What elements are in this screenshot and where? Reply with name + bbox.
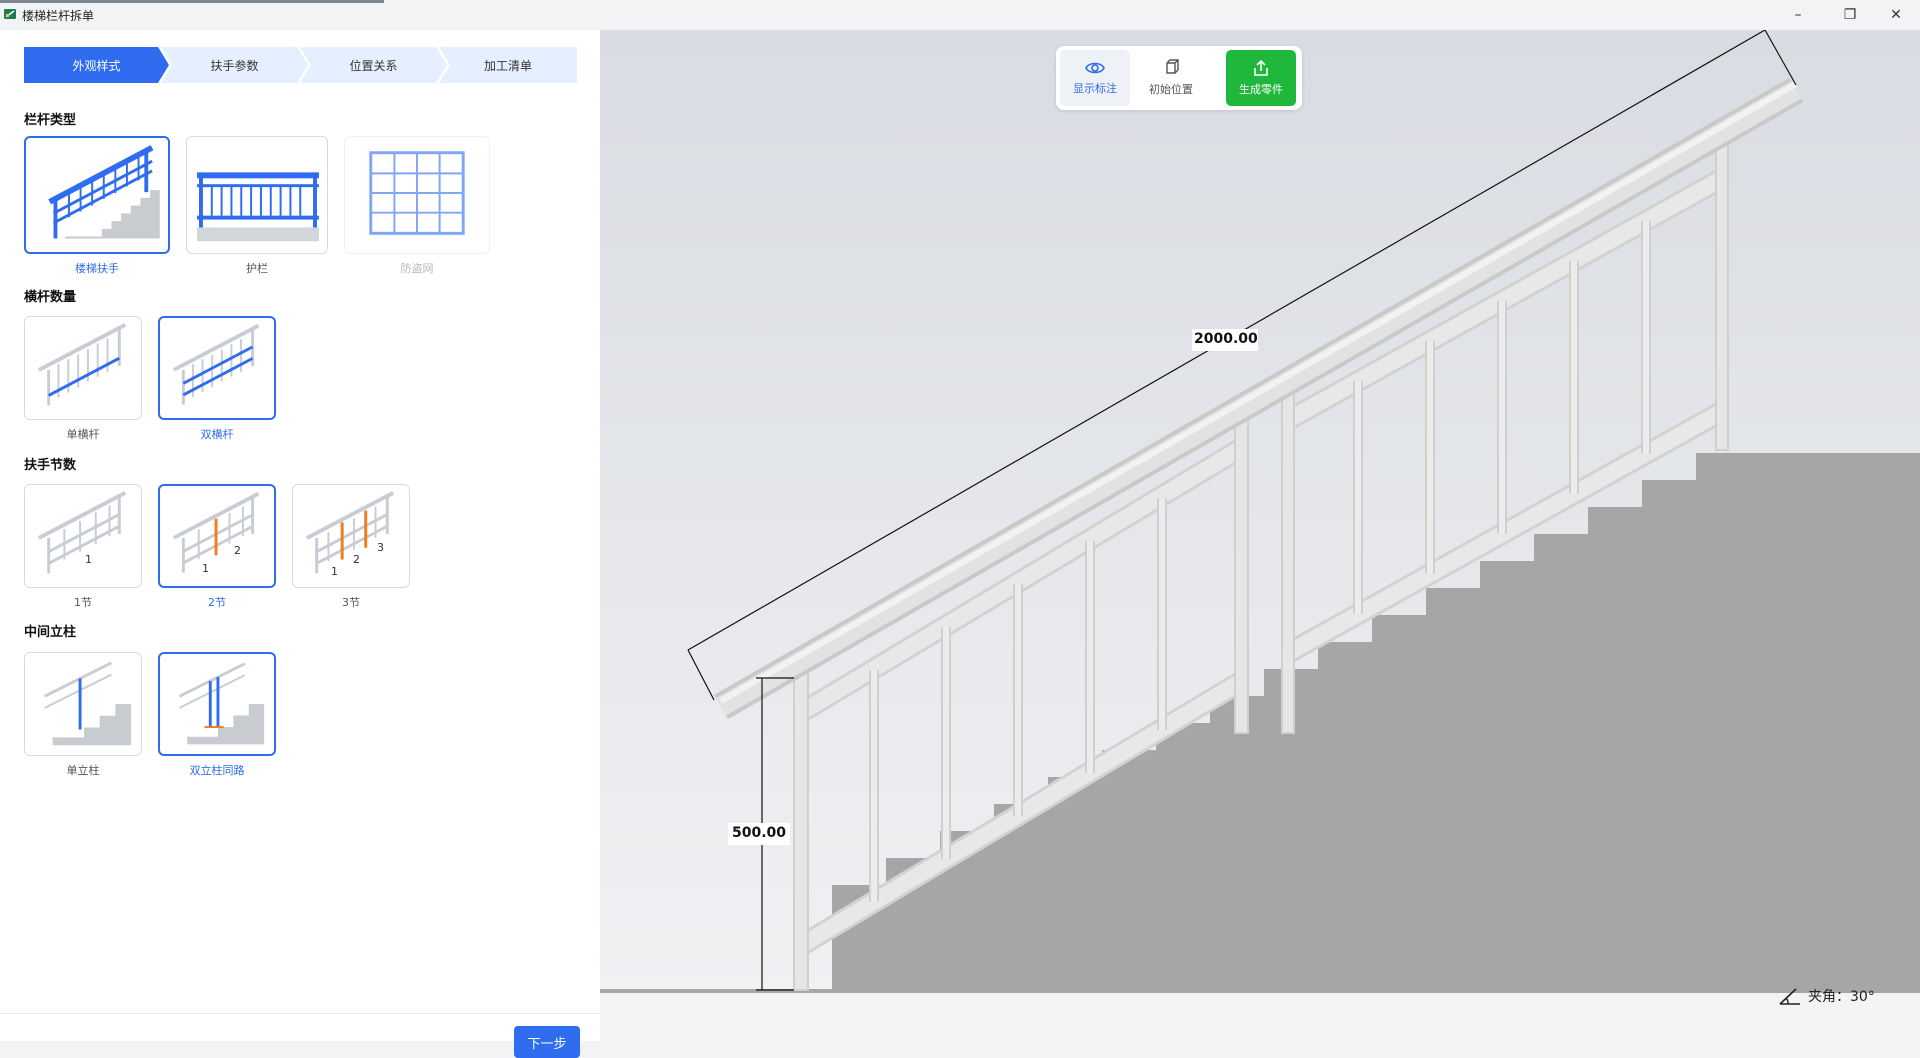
section-number: 2 — [353, 553, 360, 566]
close-button[interactable]: ✕ — [1874, 4, 1918, 26]
angle-icon — [1779, 988, 1800, 1005]
eye-icon — [1085, 62, 1105, 74]
export-icon — [1254, 59, 1268, 76]
section-title-handrail-sections: 扶手节数 — [24, 458, 77, 473]
option-label: 单立柱 — [66, 764, 100, 777]
option-single-crossbar[interactable] — [24, 316, 142, 420]
section-title-middle-post: 中间立柱 — [24, 625, 77, 640]
stair-railing-model — [600, 30, 1920, 1041]
section-title-railing-type: 栏杆类型 — [24, 113, 77, 128]
generate-parts-button[interactable]: 生成零件 — [1226, 50, 1296, 106]
option-2-sections[interactable]: 1 2 — [158, 484, 276, 588]
maximize-icon: ❐ — [1843, 7, 1857, 23]
step-handrail-params[interactable]: 扶手参数 — [161, 47, 308, 83]
option-label: 楼梯扶手 — [75, 262, 119, 275]
next-step-button[interactable]: 下一步 — [514, 1026, 580, 1058]
section-number: 3 — [377, 541, 384, 554]
option-3-sections[interactable]: 1 2 3 — [292, 484, 410, 588]
3d-viewport[interactable]: 2000.00 500.00 显示标注 初始位置 生成零件 夹角：30° — [600, 30, 1920, 1041]
double-post-icon — [178, 662, 265, 745]
option-label: 防盗网 — [400, 262, 434, 275]
title-progress-bar — [0, 0, 384, 3]
config-panel: 外观样式 扶手参数 位置关系 加工清单 栏杆类型 楼梯扶手 护栏 防盗网 横杆数… — [0, 30, 600, 1058]
double-crossbar-icon — [172, 323, 260, 405]
section-number: 2 — [234, 544, 241, 557]
option-stair-handrail[interactable] — [24, 136, 170, 254]
step-bar: 外观样式 扶手参数 位置关系 加工清单 — [24, 47, 577, 83]
option-label: 双立柱同路 — [189, 764, 245, 777]
generate-parts-label: 生成零件 — [1239, 83, 1283, 96]
step-position[interactable]: 位置关系 — [300, 47, 447, 83]
option-guardrail[interactable] — [186, 136, 328, 254]
minimize-button[interactable]: – — [1776, 4, 1820, 26]
section-title-crossbar-count: 横杆数量 — [24, 290, 77, 305]
option-label: 单横杆 — [66, 428, 100, 441]
step-appearance[interactable]: 外观样式 — [24, 47, 169, 83]
option-double-post[interactable] — [158, 652, 276, 756]
guardrail-icon — [197, 172, 319, 242]
dimension-length-label: 2000.00 — [1194, 331, 1258, 347]
single-post-icon — [44, 661, 132, 746]
option-single-post[interactable] — [24, 652, 142, 756]
initial-position-button[interactable]: 初始位置 — [1136, 50, 1206, 106]
three-sections-icon — [305, 491, 395, 574]
cube-icon — [1166, 59, 1179, 74]
angle-readout: 夹角：30° — [1778, 986, 1875, 1006]
angle-text: 夹角：30° — [1808, 989, 1875, 1005]
option-label: 1节 — [74, 596, 92, 609]
option-label: 3节 — [342, 596, 360, 609]
initial-position-label: 初始位置 — [1149, 83, 1193, 96]
show-annotation-label: 显示标注 — [1073, 82, 1117, 95]
maximize-button[interactable]: ❐ — [1828, 4, 1872, 26]
one-section-icon — [37, 491, 127, 574]
minimize-icon: – — [1794, 7, 1802, 23]
close-icon: ✕ — [1890, 7, 1902, 23]
option-label: 2节 — [208, 596, 226, 609]
option-security-grille — [344, 136, 490, 254]
dimension-height-label: 500.00 — [731, 825, 787, 841]
view-toolbar: 显示标注 初始位置 生成零件 — [1056, 46, 1302, 110]
stair-handrail-icon — [48, 145, 160, 239]
section-number: 1 — [85, 553, 92, 566]
section-number: 1 — [331, 565, 338, 578]
two-sections-icon — [172, 491, 260, 573]
show-annotation-button[interactable]: 显示标注 — [1060, 50, 1130, 106]
option-double-crossbar[interactable] — [158, 316, 276, 420]
option-label: 双横杆 — [200, 428, 234, 441]
footer-divider — [0, 1013, 600, 1014]
section-number: 1 — [202, 562, 209, 575]
title-bar: 楼梯栏杆拆单 – ❐ ✕ — [0, 0, 1920, 30]
option-label: 护栏 — [246, 262, 268, 275]
single-crossbar-icon — [37, 323, 127, 406]
security-grille-icon — [369, 151, 465, 235]
window-title: 楼梯栏杆拆单 — [22, 9, 95, 23]
option-1-section[interactable]: 1 — [24, 484, 142, 588]
step-processing-list[interactable]: 加工清单 — [439, 47, 577, 83]
app-icon — [4, 9, 16, 19]
